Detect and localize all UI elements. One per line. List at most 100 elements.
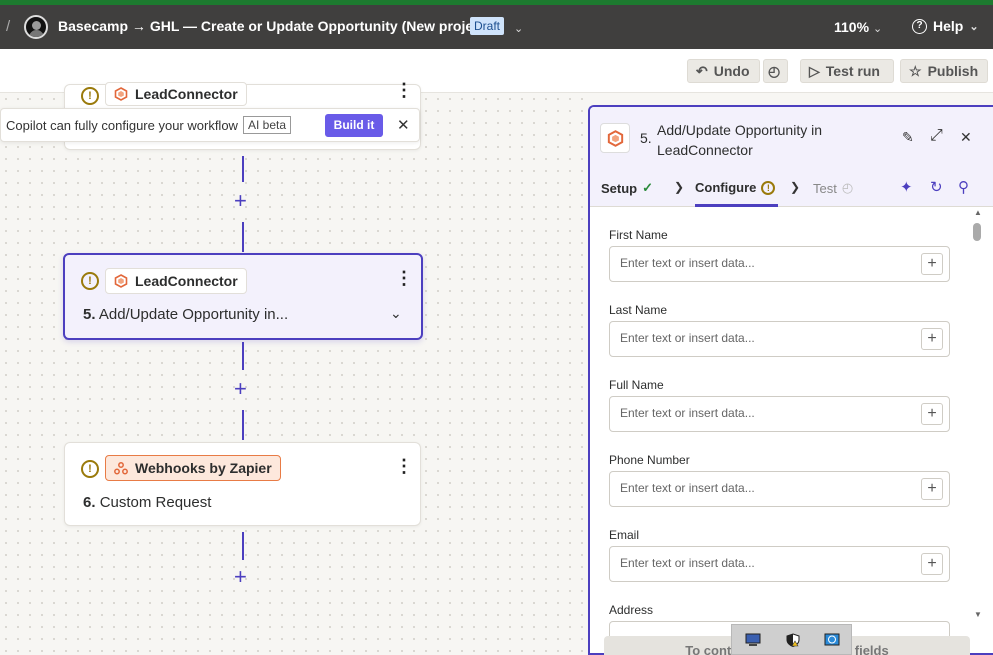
- insert-data-button[interactable]: +: [921, 478, 943, 500]
- connector-line: [242, 342, 244, 370]
- ai-beta-badge: AI beta: [243, 116, 292, 134]
- email-field[interactable]: +: [609, 546, 950, 582]
- close-panel-icon[interactable]: ✕: [960, 129, 972, 146]
- leadconnector-logo: [600, 123, 630, 153]
- step-card-5[interactable]: ! LeadConnector ⋮ 5. Add/Update Opportun…: [63, 253, 423, 340]
- app-name: Webhooks by Zapier: [135, 460, 272, 476]
- add-step-button[interactable]: +: [234, 566, 247, 588]
- more-options-icon[interactable]: ⋮: [395, 81, 413, 99]
- first-name-input[interactable]: [620, 256, 910, 270]
- build-it-button[interactable]: Build it: [325, 114, 383, 137]
- panel-step-number: 5.: [640, 130, 652, 146]
- insert-data-button[interactable]: +: [921, 403, 943, 425]
- panel-title: Add/Update Opportunity in LeadConnector: [657, 122, 822, 158]
- edit-pencil-icon[interactable]: ✎: [902, 129, 914, 146]
- computer-icon[interactable]: [745, 633, 761, 647]
- help-chevron-icon: ⌄: [969, 20, 979, 33]
- email-input[interactable]: [620, 556, 910, 570]
- checkmark-icon: ✓: [642, 180, 654, 195]
- field-label-last-name: Last Name: [609, 303, 668, 317]
- active-tab-indicator: [695, 204, 778, 207]
- field-label-full-name: Full Name: [609, 378, 664, 392]
- warning-icon: !: [81, 272, 99, 290]
- warning-icon: !: [81, 460, 99, 478]
- panel-tabs: Setup ✓ ❯ Configure ! ❯ Test ◴ ✦ ↻ ⚲: [590, 167, 993, 207]
- first-name-field[interactable]: +: [609, 246, 950, 282]
- publish-button[interactable]: ☆ Publish: [900, 59, 988, 83]
- connector-line: [242, 410, 244, 440]
- app-pill: LeadConnector: [105, 268, 247, 294]
- expand-icon[interactable]: ⤢: [930, 127, 943, 145]
- field-label-phone-number: Phone Number: [609, 453, 690, 467]
- publish-label: Publish: [927, 63, 979, 79]
- last-name-input[interactable]: [620, 331, 910, 345]
- step-editor-panel: 5. Add/Update Opportunity in LeadConnect…: [588, 105, 993, 655]
- more-options-icon[interactable]: ⋮: [395, 269, 413, 287]
- connector-line: [242, 222, 244, 252]
- more-options-icon[interactable]: ⋮: [395, 457, 413, 475]
- close-icon[interactable]: ✕: [397, 116, 410, 134]
- history-icon: ◴: [768, 62, 781, 79]
- panel-scrollbar[interactable]: ▲ ▼: [971, 208, 985, 620]
- scroll-up-icon[interactable]: ▲: [974, 208, 982, 217]
- zoom-chevron-icon[interactable]: ⌄: [873, 22, 882, 35]
- add-step-button[interactable]: +: [234, 378, 247, 400]
- insert-data-button[interactable]: +: [921, 553, 943, 575]
- undo-label: Undo: [713, 63, 750, 79]
- pending-icon: ◴: [841, 180, 854, 195]
- tab-label: Setup: [601, 180, 638, 196]
- phone-number-field[interactable]: +: [609, 471, 950, 507]
- tab-label: Test: [813, 180, 837, 196]
- network-icon[interactable]: [824, 633, 840, 647]
- security-shield-icon[interactable]: [785, 633, 801, 647]
- search-icon[interactable]: ⚲: [958, 178, 969, 196]
- test-run-button[interactable]: ▷ Test run: [800, 59, 894, 83]
- scroll-down-icon[interactable]: ▼: [974, 610, 982, 619]
- status-badge: Draft: [470, 17, 505, 35]
- tab-label: Configure: [695, 180, 757, 195]
- full-name-input[interactable]: [620, 406, 910, 420]
- app-pill: Webhooks by Zapier: [105, 455, 281, 481]
- field-label-address: Address: [609, 603, 654, 617]
- refresh-icon[interactable]: ↻: [930, 178, 943, 196]
- leadconnector-logo-icon: [607, 130, 624, 147]
- workflow-canvas[interactable]: [0, 93, 588, 655]
- warning-icon: !: [81, 87, 99, 105]
- app-pill: LeadConnector: [105, 82, 247, 106]
- undo-icon: ↶: [696, 62, 708, 79]
- breadcrumb-separator: /: [6, 18, 11, 35]
- star-icon: ☆: [909, 62, 922, 79]
- panel-header: 5. Add/Update Opportunity in LeadConnect…: [590, 107, 993, 167]
- step-title: 5. Add/Update Opportunity in...: [83, 306, 289, 323]
- zoom-level[interactable]: 110%: [834, 19, 869, 35]
- add-step-button[interactable]: +: [234, 190, 247, 212]
- copilot-banner: Copilot can fully configure your workflo…: [0, 108, 420, 142]
- system-tray: [731, 624, 852, 655]
- connector-line: [242, 532, 244, 560]
- tab-setup[interactable]: Setup ✓: [601, 180, 653, 196]
- avatar[interactable]: [24, 15, 48, 39]
- help-label: Help: [933, 18, 964, 34]
- step-card-6[interactable]: ! Webhooks by Zapier ⋮ 6. Custom Request: [64, 442, 421, 526]
- step-title: 6. Custom Request: [83, 494, 212, 511]
- zap-title[interactable]: Basecamp → GHL — Create or Update Opport…: [58, 18, 490, 34]
- chevron-right-icon: ❯: [674, 180, 685, 194]
- help-menu[interactable]: ? Help ⌄: [912, 18, 979, 34]
- last-name-field[interactable]: +: [609, 321, 950, 357]
- insert-data-button[interactable]: +: [921, 328, 943, 350]
- undo-button[interactable]: ↶ Undo: [687, 59, 760, 83]
- tab-configure[interactable]: Configure !: [695, 180, 776, 195]
- phone-number-input[interactable]: [620, 481, 910, 495]
- chevron-right-icon: ❯: [790, 180, 801, 194]
- leadconnector-logo-icon: [114, 274, 128, 288]
- warning-icon: !: [761, 180, 776, 195]
- history-button[interactable]: ◴: [763, 59, 788, 83]
- ai-sparkle-icon[interactable]: ✦: [900, 178, 913, 196]
- field-label-email: Email: [609, 528, 640, 542]
- tab-test[interactable]: Test ◴: [813, 180, 853, 196]
- insert-data-button[interactable]: +: [921, 253, 943, 275]
- full-name-field[interactable]: +: [609, 396, 950, 432]
- chevron-down-icon[interactable]: ⌄: [514, 22, 523, 35]
- chevron-down-icon[interactable]: ⌄: [390, 305, 402, 322]
- scrollbar-thumb[interactable]: [973, 223, 981, 241]
